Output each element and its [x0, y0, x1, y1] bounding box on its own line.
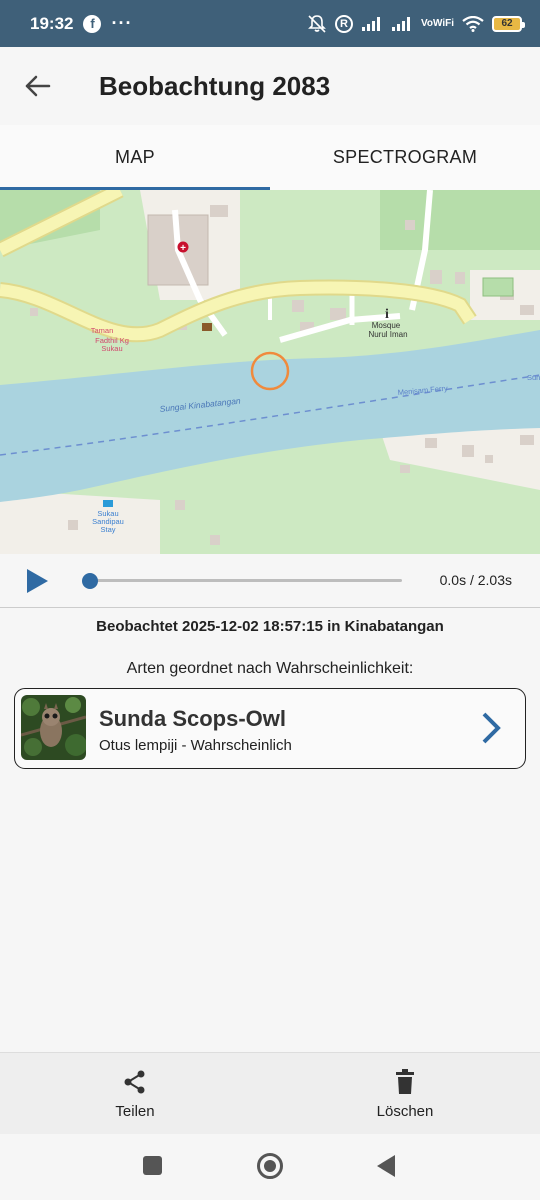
status-bar: 19:32 f ··· R Vo WiFi 62 [0, 0, 540, 47]
more-notifications-icon: ··· [111, 13, 133, 33]
status-time: 19:32 [30, 13, 74, 33]
recents-button[interactable] [143, 1156, 162, 1175]
roaming-icon: R [334, 14, 353, 33]
system-back-button[interactable] [377, 1155, 395, 1177]
page-title: Beobachtung 2083 [99, 70, 331, 101]
wifi-icon [462, 15, 484, 32]
play-icon[interactable] [24, 567, 50, 595]
audio-player: 0.0s / 2.03s [0, 554, 540, 608]
vowifi-top: Vo [420, 17, 433, 29]
vowifi-bottom: WiFi [432, 17, 454, 29]
map-label-mosque-2: Nurul Iman [368, 330, 407, 339]
svg-text:+: + [180, 243, 186, 254]
map-canvas: + i Taman Fadthil Kg Sukau Mosque Nurul … [0, 190, 540, 554]
species-common-name: Sunda Scops-Owl [99, 706, 287, 731]
species-list-heading: Arten geordnet nach Wahrscheinlichkeit: [126, 660, 414, 677]
tab-map[interactable]: MAP [0, 125, 270, 190]
chevron-right-icon [482, 712, 501, 744]
map-label-edge: Sun [527, 373, 540, 382]
species-photo [21, 695, 86, 760]
tab-bar: MAP SPECTROGRAM [0, 125, 540, 190]
map-label-taman: Taman [91, 326, 114, 335]
delete-label: Löschen [376, 1102, 434, 1120]
arrow-left-icon [25, 75, 51, 97]
back-button[interactable] [0, 47, 76, 125]
tab-spectrogram[interactable]: SPECTROGRAM [270, 125, 540, 190]
playback-time: 0.0s / 2.03s [439, 572, 512, 588]
battery-icon: 62 [492, 15, 525, 32]
observation-info: Beobachtet 2025-12-02 18:57:15 in Kinaba… [96, 618, 444, 635]
species-scientific-name: Otus lempiji - Wahrscheinlich [99, 737, 292, 754]
share-label: Teilen [115, 1102, 155, 1120]
action-bar: Teilen Löschen [0, 1052, 540, 1134]
map-label-stay-3: Stay [100, 525, 115, 534]
map-view[interactable]: + i Taman Fadthil Kg Sukau Mosque Nurul … [0, 190, 540, 554]
signal-icon-2 [391, 16, 413, 32]
vowifi-icon: Vo WiFi [420, 17, 454, 29]
share-icon [124, 1070, 145, 1093]
facebook-icon: f [83, 14, 102, 33]
seek-track[interactable] [90, 579, 402, 582]
app-bar: Beobachtung 2083 [0, 47, 540, 125]
map-label-mosque: Mosque [372, 321, 401, 330]
trash-icon [396, 1068, 414, 1094]
delete-button[interactable]: Löschen [270, 1053, 540, 1135]
seek-thumb[interactable] [82, 573, 98, 589]
home-button[interactable] [257, 1153, 283, 1179]
system-nav-bar [0, 1134, 540, 1200]
bell-muted-icon [307, 14, 327, 34]
map-label-taman-3: Sukau [101, 344, 122, 353]
species-card[interactable]: Sunda Scops-Owl Otus lempiji - Wahrschei… [14, 688, 526, 769]
svg-text:i: i [385, 307, 389, 322]
signal-icon [361, 16, 383, 32]
share-button[interactable]: Teilen [0, 1053, 270, 1135]
